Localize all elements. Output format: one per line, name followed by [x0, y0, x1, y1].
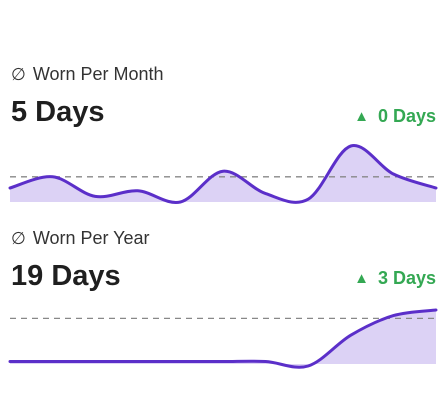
stat-change: ▲ 0 Days	[354, 106, 436, 127]
trend-sparkline	[8, 308, 438, 369]
stat-label-row: ∅ Worn Per Year	[11, 228, 150, 249]
trend-sparkline	[8, 144, 438, 204]
stat-label: Worn Per Month	[32, 64, 164, 84]
stat-change-value: 0 Days	[377, 106, 436, 126]
stat-card-worn-per-month: ∅ Worn Per Month 5 Days ▲ 0 Days	[0, 52, 448, 207]
stat-label-row: ∅ Worn Per Month	[11, 64, 164, 85]
stat-change: ▲ 3 Days	[354, 268, 436, 289]
stat-change-value: 3 Days	[377, 268, 436, 288]
empty-set-icon: ∅	[11, 64, 26, 84]
empty-set-icon: ∅	[11, 228, 26, 248]
stat-label: Worn Per Year	[32, 228, 150, 248]
stat-value: 5 Days	[11, 96, 105, 128]
triangle-up-icon: ▲	[354, 270, 369, 287]
stat-value: 19 Days	[11, 260, 121, 292]
stat-card-worn-per-year: ∅ Worn Per Year 19 Days ▲ 3 Days	[0, 216, 448, 376]
triangle-up-icon: ▲	[354, 108, 369, 125]
